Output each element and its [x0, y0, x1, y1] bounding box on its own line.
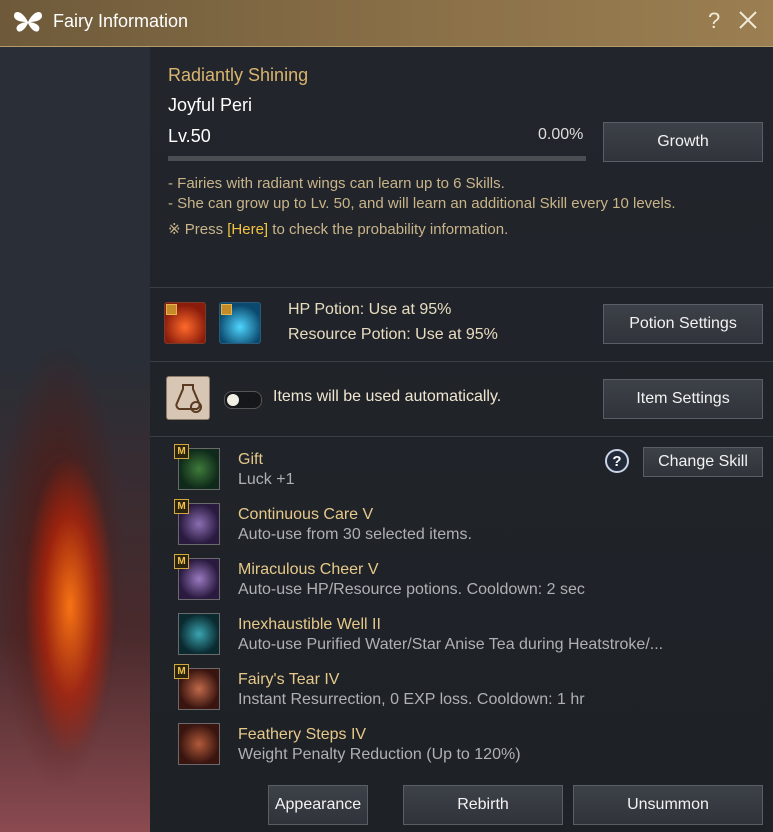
divider [150, 436, 773, 437]
note-probability-prefix: ※ Press [168, 221, 228, 238]
mastery-badge: M [174, 444, 189, 459]
slot-marker-icon [221, 304, 232, 315]
skill-desc: Auto-use HP/Resource potions. Cooldown: … [238, 581, 585, 598]
slot-marker-icon [166, 304, 177, 315]
resource-potion-setting: Resource Potion: Use at 95% [288, 326, 498, 343]
mastery-badge: M [174, 554, 189, 569]
well-icon[interactable] [178, 613, 220, 655]
level-display: Lv.50 [168, 126, 211, 147]
change-skill-button[interactable]: Change Skill [643, 447, 763, 477]
hp-potion-setting: HP Potion: Use at 95% [288, 301, 452, 318]
growth-button[interactable]: Growth [603, 122, 763, 162]
divider [150, 361, 773, 362]
note-skill-limit: - Fairies with radiant wings can learn u… [168, 175, 505, 192]
skill-name: Inexhaustible Well II [238, 616, 381, 633]
mastery-badge: M [174, 664, 189, 679]
toggle-knob [227, 394, 239, 406]
fairy-grade: Radiantly Shining [168, 65, 309, 85]
skill-name: Gift [238, 451, 263, 468]
skill-name: Miraculous Cheer V [238, 561, 379, 578]
potion-settings-button[interactable]: Potion Settings [603, 304, 763, 344]
skill-desc: Weight Penalty Reduction (Up to 120%) [238, 746, 521, 763]
note-level-cap: - She can grow up to Lv. 50, and will le… [168, 195, 676, 212]
fairy-info-panel [150, 46, 773, 832]
unsummon-button[interactable]: Unsummon [573, 785, 763, 825]
mastery-badge: M [174, 499, 189, 514]
title-bar[interactable]: Fairy Information ? [0, 0, 773, 47]
skill-name: Feathery Steps IV [238, 726, 367, 743]
skill-desc: Luck +1 [238, 471, 295, 488]
skill-desc: Auto-use Purified Water/Star Anise Tea d… [238, 636, 664, 653]
appearance-button[interactable]: Appearance [268, 785, 368, 825]
probability-link[interactable]: [Here] [227, 221, 268, 238]
help-button[interactable]: ? [708, 8, 720, 34]
level-value: 50 [190, 126, 211, 146]
divider [150, 287, 773, 288]
window-title: Fairy Information [53, 11, 189, 31]
progress-percent: 0.00% [538, 126, 584, 143]
note-probability-suffix: to check the probability information. [268, 221, 509, 238]
butterfly-icon [14, 12, 42, 32]
background-fire-art [0, 46, 150, 832]
item-settings-button[interactable]: Item Settings [603, 379, 763, 419]
item-bag-icon[interactable] [166, 376, 210, 420]
hp-potion-icon[interactable] [164, 302, 206, 344]
level-prefix: Lv. [168, 126, 191, 146]
auto-use-label: Items will be used automatically. [273, 388, 502, 405]
skill-desc: Instant Resurrection, 0 EXP loss. Cooldo… [238, 691, 585, 708]
auto-use-toggle[interactable] [224, 391, 262, 409]
weight-icon[interactable] [178, 723, 220, 765]
close-icon[interactable] [737, 9, 759, 31]
skill-desc: Auto-use from 30 selected items. [238, 526, 472, 543]
skill-help-icon[interactable]: ? [605, 449, 629, 473]
note-probability: ※ Press [Here] to check the probability … [168, 220, 508, 238]
skill-name: Continuous Care V [238, 506, 374, 523]
resource-potion-icon[interactable] [219, 302, 261, 344]
rebirth-button[interactable]: Rebirth [403, 785, 563, 825]
flask-gear-icon [175, 384, 202, 413]
growth-progress-bar [168, 156, 586, 161]
fairy-name: Joyful Peri [168, 95, 253, 115]
skill-name: Fairy's Tear IV [238, 671, 340, 688]
